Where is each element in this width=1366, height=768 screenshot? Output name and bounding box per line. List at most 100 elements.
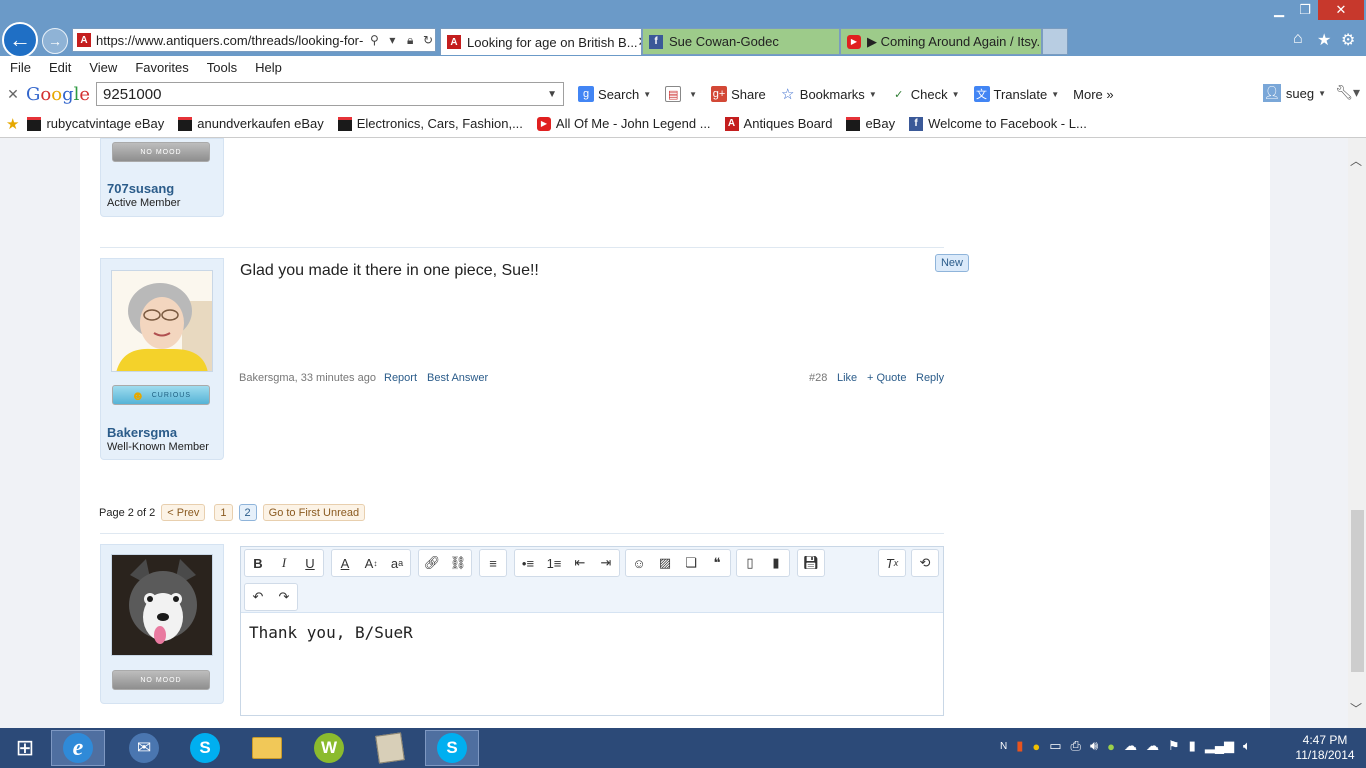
indent-icon[interactable]: ⇥	[593, 550, 619, 576]
add-favorite-star-icon[interactable]: ★	[6, 115, 19, 133]
page-2-button[interactable]: 2	[238, 504, 257, 521]
more-button[interactable]: More »	[1073, 87, 1113, 102]
scroll-down-icon[interactable]: ﹀	[1350, 700, 1362, 717]
image-icon[interactable]: ▨	[652, 550, 678, 576]
home-icon[interactable]: ⌂	[1293, 30, 1303, 48]
taskbar-notes[interactable]	[363, 730, 417, 766]
favorite-electronics[interactable]: Electronics, Cars, Fashion,...	[337, 116, 523, 131]
smiley-icon[interactable]: ☺	[626, 550, 652, 576]
code-icon[interactable]: ▯	[737, 550, 763, 576]
volume-icon[interactable]: 🔊︎	[1090, 738, 1098, 754]
minimize-button[interactable]: ▁	[1266, 0, 1292, 20]
tab-looking-for-age[interactable]: A Looking for age on British B... ✕	[440, 28, 642, 55]
align-left-icon[interactable]: ≡	[480, 550, 506, 576]
close-icon[interactable]: ✕	[0, 86, 26, 103]
php-code-icon[interactable]: ▮	[763, 550, 789, 576]
taskbar-skype[interactable]: S	[178, 730, 232, 766]
settings-gear-icon[interactable]: ⚙	[1341, 30, 1355, 50]
back-button[interactable]: ←	[2, 22, 38, 58]
taskbar-mail[interactable]: ✉	[117, 730, 171, 766]
maximize-button[interactable]: ❐	[1292, 0, 1318, 20]
menu-tools[interactable]: Tools	[207, 60, 237, 75]
lock-icon[interactable]: 🔒︎	[403, 33, 417, 48]
avatar[interactable]	[111, 554, 213, 656]
tray-onedrive-icon[interactable]: ☁	[1146, 738, 1159, 754]
menu-edit[interactable]: Edit	[49, 60, 71, 75]
post-number-link[interactable]: #28	[809, 372, 827, 384]
google-search-button[interactable]: g Search ▼	[578, 86, 651, 102]
remove-format-icon[interactable]: Tx	[879, 550, 905, 576]
search-input-value[interactable]: 9251000	[103, 86, 161, 103]
bookmarks-button[interactable]: ☆ Bookmarks ▼	[780, 86, 877, 103]
wrench-icon[interactable]: 🔧︎▾	[1335, 84, 1360, 101]
page-1-button[interactable]: 1	[214, 504, 233, 521]
reply-text-area[interactable]: Thank you, B/SueR	[249, 623, 413, 642]
favorite-ebay[interactable]: eBay	[846, 116, 895, 131]
battery-icon[interactable]: ▮	[1189, 738, 1196, 754]
report-link[interactable]: Report	[384, 372, 417, 384]
prev-page-button[interactable]: < Prev	[161, 504, 206, 521]
signal-icon[interactable]: ▂▄▆	[1205, 738, 1234, 754]
avatar[interactable]	[111, 270, 213, 372]
page-menu-button[interactable]: ▤ ▼	[665, 86, 697, 102]
speaker-icon[interactable]: 🔈︎	[1243, 738, 1251, 754]
favorite-antiques-board[interactable]: A Antiques Board	[724, 116, 832, 131]
menu-help[interactable]: Help	[255, 60, 282, 75]
underline-icon[interactable]: U	[297, 550, 323, 576]
favorites-star-icon[interactable]: ★	[1317, 30, 1331, 50]
user-account-button[interactable]: 👤︎ sueg ▼	[1262, 84, 1326, 102]
quote-block-icon[interactable]: ❝	[704, 550, 730, 576]
favorite-rubycatvintage[interactable]: rubycatvintage eBay	[27, 116, 164, 131]
share-button[interactable]: g+ Share	[711, 86, 766, 102]
reply-link[interactable]: Reply	[916, 372, 944, 384]
scroll-up-icon[interactable]: ︿	[1350, 152, 1362, 169]
language-icon[interactable]: N	[1000, 741, 1007, 752]
outdent-icon[interactable]: ⇤	[567, 550, 593, 576]
dropdown-icon[interactable]: ▾	[385, 33, 399, 47]
address-url[interactable]: https://www.antiquers.com/threads/lookin…	[96, 33, 364, 48]
go-to-first-unread-button[interactable]: Go to First Unread	[262, 504, 366, 521]
italic-icon[interactable]: I	[271, 550, 297, 576]
tray-app-icon[interactable]: ●	[1107, 739, 1115, 754]
refresh-icon[interactable]: ↻	[421, 33, 435, 47]
like-link[interactable]: Like	[837, 372, 857, 384]
redo-icon[interactable]: ↷	[271, 584, 297, 610]
google-search-input[interactable]: 9251000 ▼	[96, 82, 565, 106]
office-icon[interactable]: ▮	[1016, 738, 1023, 754]
media-icon[interactable]: ❏	[678, 550, 704, 576]
username-link[interactable]: 707susang	[107, 181, 174, 196]
window-close-button[interactable]: ✕	[1318, 0, 1364, 20]
undo-icon[interactable]: ↶	[245, 584, 271, 610]
bold-icon[interactable]: B	[245, 550, 271, 576]
tab-coming-around-again[interactable]: ▶ ▶ Coming Around Again / Itsy...	[840, 28, 1042, 55]
numbered-list-icon[interactable]: 1≡	[541, 550, 567, 576]
notification-badge-icon[interactable]: ●	[1032, 739, 1040, 754]
favorite-anundverkaufen[interactable]: anundverkaufen eBay	[178, 116, 324, 131]
best-answer-link[interactable]: Best Answer	[427, 372, 488, 384]
font-size-icon[interactable]: A ↕	[358, 550, 384, 576]
flag-icon[interactable]: ⚑	[1168, 738, 1180, 754]
unlink-icon[interactable]: ⛓	[445, 550, 471, 576]
start-button[interactable]: ⊞	[0, 730, 50, 766]
taskbar-internet-explorer[interactable]: e	[51, 730, 105, 766]
taskbar-clock[interactable]: 4:47 PM 11/18/2014	[1290, 733, 1360, 763]
tray-printer-icon[interactable]: ⎙	[1071, 738, 1081, 754]
translate-button[interactable]: 文 Translate ▼	[973, 86, 1059, 102]
menu-favorites[interactable]: Favorites	[135, 60, 188, 75]
save-draft-icon[interactable]: 💾︎	[798, 550, 824, 576]
font-family-icon[interactable]: aa	[384, 550, 410, 576]
scrollbar-thumb[interactable]	[1351, 510, 1364, 672]
address-bar[interactable]: A https://www.antiquers.com/threads/look…	[72, 28, 436, 52]
taskbar-skype-active[interactable]: S	[425, 730, 479, 766]
link-icon[interactable]: 🔗︎	[419, 550, 445, 576]
favorite-all-of-me[interactable]: ▶ All Of Me - John Legend ...	[536, 116, 711, 131]
chevron-down-icon[interactable]: ▼	[547, 89, 557, 100]
new-tab-button[interactable]	[1042, 28, 1068, 55]
taskbar-word-app[interactable]: W	[302, 730, 356, 766]
quote-link[interactable]: + Quote	[867, 372, 906, 384]
font-color-icon[interactable]: A	[332, 550, 358, 576]
toggle-bbcode-icon[interactable]: ⟲	[912, 550, 938, 576]
favorite-facebook[interactable]: f Welcome to Facebook - L...	[909, 116, 1087, 131]
post-author-time[interactable]: Bakersgma, 33 minutes ago	[239, 372, 376, 384]
cloud-icon[interactable]: ☁	[1124, 738, 1137, 754]
